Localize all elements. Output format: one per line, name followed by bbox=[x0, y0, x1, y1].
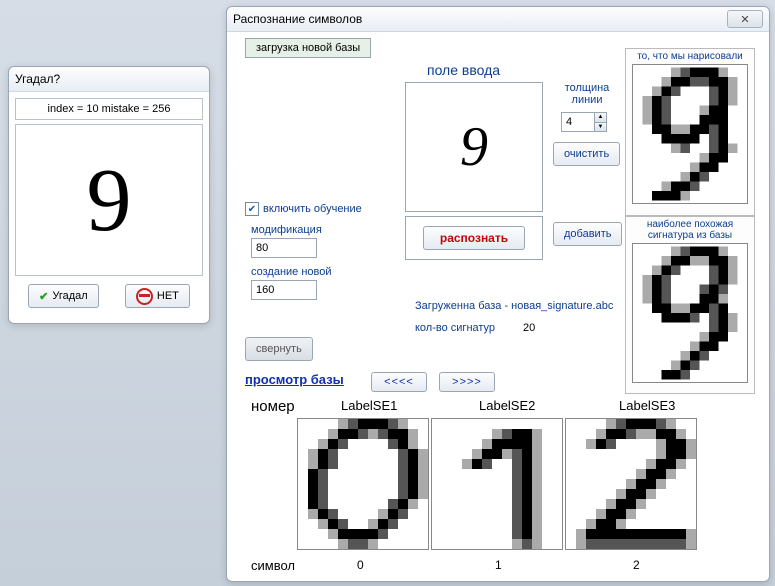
guess-dialog: Угадал? index = 10 mistake = 256 9 ✔ Уга… bbox=[8, 66, 210, 324]
thickness-value: 4 bbox=[562, 113, 594, 131]
guessed-no-label: НЕТ bbox=[157, 290, 179, 302]
add-button-label: добавить bbox=[564, 228, 611, 240]
thickness-label: толщина линии bbox=[557, 82, 617, 106]
signature-count-value: 20 bbox=[523, 322, 535, 334]
add-button[interactable]: добавить bbox=[553, 222, 622, 246]
base-thumb-0 bbox=[297, 418, 429, 550]
create-new-value: 160 bbox=[256, 284, 274, 296]
main-title: Распознание символов bbox=[233, 12, 727, 26]
loaded-base-label: Загруженна база - новая_signature.abc bbox=[415, 300, 613, 312]
modification-value: 80 bbox=[256, 242, 268, 254]
base-thumb-2 bbox=[565, 418, 697, 550]
recognize-panel: распознать bbox=[405, 216, 543, 260]
drawn-signature-caption: то, что мы нарисовали bbox=[637, 51, 743, 62]
collapse-button-label: свернуть bbox=[256, 343, 302, 355]
thickness-spinner[interactable]: 4 ▲ ▼ bbox=[561, 112, 607, 132]
symbol-value-1: 1 bbox=[495, 558, 502, 572]
column-header-3: LabelSE3 bbox=[619, 398, 675, 413]
tab-load-base[interactable]: загрузка новой базы bbox=[245, 38, 371, 58]
clear-button[interactable]: очистить bbox=[553, 142, 620, 166]
column-header-2: LabelSE2 bbox=[479, 398, 535, 413]
spinner-down-icon[interactable]: ▼ bbox=[594, 123, 606, 132]
tab-load-base-label: загрузка новой базы bbox=[256, 42, 360, 54]
spinner-up-icon[interactable]: ▲ bbox=[594, 113, 606, 123]
drawn-signature-panel: то, что мы нарисовали bbox=[625, 48, 755, 216]
matched-signature-caption: наиболее похожая сигнатура из базы bbox=[628, 219, 752, 241]
guessed-yes-label: Угадал bbox=[52, 290, 87, 302]
symbol-label: символ bbox=[251, 558, 295, 573]
symbol-value-2: 2 bbox=[633, 558, 640, 572]
recognize-button[interactable]: распознать bbox=[423, 226, 525, 250]
guessed-no-button[interactable]: НЕТ bbox=[125, 284, 190, 308]
training-label: включить обучение bbox=[263, 203, 362, 215]
guess-dialog-title: Угадал? bbox=[15, 72, 203, 86]
drawn-signature-grid bbox=[632, 64, 748, 204]
view-base-link-label: просмотр базы bbox=[245, 372, 344, 387]
clear-button-label: очистить bbox=[564, 148, 609, 160]
matched-signature-panel: наиболее похожая сигнатура из базы bbox=[625, 216, 755, 394]
canvas-stroke: 9 bbox=[460, 115, 488, 179]
create-new-label: создание новой bbox=[251, 266, 332, 278]
collapse-button[interactable]: свернуть bbox=[245, 337, 313, 361]
training-checkbox-row[interactable]: ✔ включить обучение bbox=[245, 202, 362, 216]
base-thumb-1 bbox=[431, 418, 563, 550]
close-icon: ✕ bbox=[740, 13, 749, 26]
check-icon: ✔ bbox=[39, 290, 48, 303]
matched-signature-grid bbox=[632, 243, 748, 383]
main-titlebar[interactable]: Распознание символов ✕ bbox=[227, 7, 769, 32]
predicted-digit: 9 bbox=[15, 124, 203, 276]
drawing-canvas[interactable]: 9 bbox=[405, 82, 543, 212]
view-base-link[interactable]: просмотр базы bbox=[245, 372, 344, 387]
next-button-label: >>>> bbox=[452, 376, 482, 388]
base-row bbox=[297, 418, 697, 550]
symbol-value-0: 0 bbox=[357, 558, 364, 572]
no-entry-icon bbox=[136, 288, 153, 305]
training-checkbox[interactable]: ✔ bbox=[245, 202, 259, 216]
signature-count-label: кол-во сигнатур bbox=[415, 322, 495, 334]
guess-dialog-titlebar[interactable]: Угадал? bbox=[9, 67, 209, 92]
column-header-1: LabelSE1 bbox=[341, 398, 397, 413]
next-button[interactable]: >>>> bbox=[439, 372, 495, 392]
recognize-button-label: распознать bbox=[440, 231, 508, 245]
input-field-title: поле ввода bbox=[427, 62, 500, 78]
modification-label: модификация bbox=[251, 224, 322, 236]
modification-input[interactable]: 80 bbox=[251, 238, 317, 258]
column-header-number: номер bbox=[251, 398, 295, 415]
create-new-input[interactable]: 160 bbox=[251, 280, 317, 300]
guessed-yes-button[interactable]: ✔ Угадал bbox=[28, 284, 99, 308]
prev-button[interactable]: <<<< bbox=[371, 372, 427, 392]
main-window: Распознание символов ✕ загрузка новой ба… bbox=[226, 6, 770, 582]
close-button[interactable]: ✕ bbox=[727, 10, 763, 28]
status-text: index = 10 mistake = 256 bbox=[15, 98, 203, 120]
prev-button-label: <<<< bbox=[384, 376, 414, 388]
